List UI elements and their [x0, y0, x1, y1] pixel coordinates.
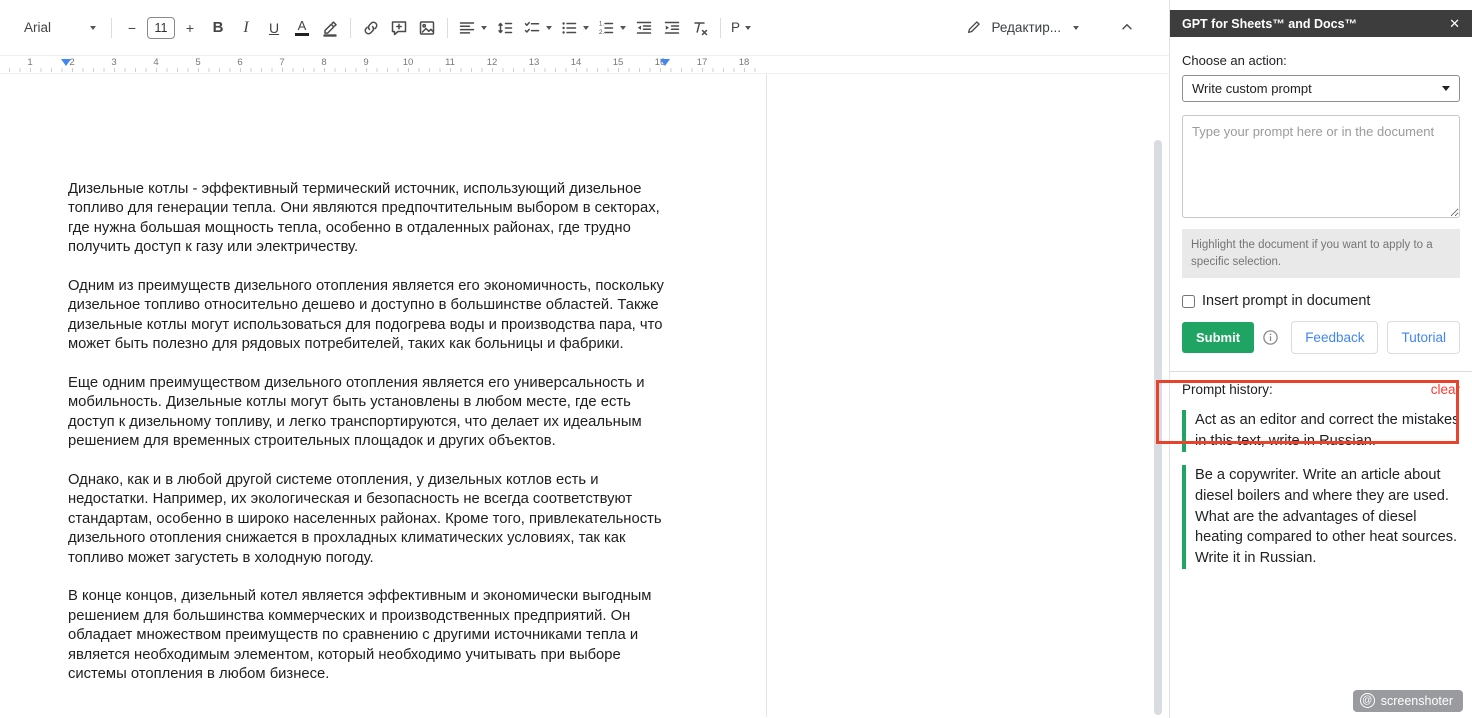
tutorial-button[interactable]: Tutorial: [1387, 321, 1460, 354]
paragraph-tools-button[interactable]: P: [728, 15, 754, 41]
outdent-icon: [635, 19, 653, 37]
underline-button[interactable]: U: [261, 15, 287, 41]
insert-link-button[interactable]: [358, 15, 384, 41]
chevron-up-icon: [1119, 19, 1137, 37]
right-indent-marker[interactable]: [660, 59, 670, 66]
bulleted-list-icon: [560, 19, 578, 37]
history-item[interactable]: Act as an editor and correct the mistake…: [1182, 410, 1460, 452]
text-color-letter: A: [298, 19, 307, 32]
collapse-toolbar-button[interactable]: [1115, 15, 1141, 41]
app-window: Arial − 11 + B I U A: [0, 0, 1472, 718]
sidebar-title: GPT for Sheets™ and Docs™: [1182, 17, 1357, 31]
history-header: Prompt history: clear: [1182, 382, 1460, 397]
chevron-down-icon: [546, 26, 552, 30]
numbered-list-button[interactable]: 1. 2.: [594, 15, 629, 41]
toolbar-separator: [350, 18, 351, 38]
add-comment-button[interactable]: [386, 15, 412, 41]
clear-formatting-button[interactable]: [687, 15, 713, 41]
left-indent-marker[interactable]: [61, 59, 71, 66]
chevron-down-icon: [745, 26, 751, 30]
insert-image-button[interactable]: [414, 15, 440, 41]
watermark-badge: @ screenshoter: [1353, 690, 1463, 712]
insert-prompt-checkbox-label: Insert prompt in document: [1202, 293, 1370, 309]
svg-text:1.: 1.: [599, 21, 604, 27]
italic-button[interactable]: I: [233, 15, 259, 41]
chevron-down-icon: [481, 26, 487, 30]
insert-prompt-checkbox-row[interactable]: Insert prompt in document: [1182, 293, 1460, 309]
link-icon: [362, 19, 380, 37]
gpt-sidebar: GPT for Sheets™ and Docs™ ✕ Choose an ac…: [1170, 0, 1472, 718]
divider: [1170, 371, 1472, 372]
selection-hint: Highlight the document if you want to ap…: [1182, 229, 1460, 278]
action-label: Choose an action:: [1182, 53, 1460, 68]
docs-toolbar: Arial − 11 + B I U A: [0, 0, 1169, 56]
watermark-label: screenshoter: [1381, 694, 1453, 708]
paragraph-tools-label: P: [731, 20, 740, 35]
editing-mode-label: Редактир...: [991, 20, 1061, 35]
paragraph[interactable]: В конце концов, дизельный котел является…: [68, 587, 666, 684]
bulleted-list-button[interactable]: [557, 15, 592, 41]
font-family-select[interactable]: Arial: [16, 15, 104, 41]
document-canvas: Дизельные котлы - эффективный термически…: [0, 74, 1169, 717]
vertical-scrollbar[interactable]: [1154, 140, 1162, 715]
submit-button[interactable]: Submit: [1182, 322, 1254, 353]
chevron-down-icon: [1073, 26, 1079, 30]
font-size-increase-button[interactable]: +: [177, 15, 203, 41]
decrease-indent-button[interactable]: [631, 15, 657, 41]
action-select[interactable]: Write custom prompt: [1182, 75, 1460, 102]
align-button[interactable]: [455, 15, 490, 41]
ruler: 123456789101112131415161718: [0, 56, 1169, 74]
at-icon: @: [1360, 693, 1375, 708]
line-spacing-button[interactable]: [492, 15, 518, 41]
chevron-down-icon: [1442, 86, 1450, 91]
feedback-button[interactable]: Feedback: [1291, 321, 1378, 354]
toolbar-separator: [447, 18, 448, 38]
paragraph[interactable]: Дизельные котлы - эффективный термически…: [68, 180, 666, 258]
history-item[interactable]: Be a copywriter. Write an article about …: [1182, 465, 1460, 569]
align-left-icon: [458, 19, 476, 37]
checklist-icon: [523, 19, 541, 37]
chevron-down-icon: [583, 26, 589, 30]
sidebar-header: GPT for Sheets™ and Docs™ ✕: [1170, 10, 1472, 37]
history-title: Prompt history:: [1182, 382, 1273, 397]
font-family-value: Arial: [24, 20, 51, 35]
text-color-icon: A: [295, 19, 309, 36]
clear-history-link[interactable]: clear: [1431, 382, 1460, 397]
indent-icon: [663, 19, 681, 37]
sidebar-body: Choose an action: Write custom prompt Hi…: [1170, 37, 1472, 569]
paragraph[interactable]: Одним из преимуществ дизельного отоплени…: [68, 277, 666, 355]
info-icon[interactable]: [1262, 329, 1279, 346]
highlight-color-button[interactable]: [317, 15, 343, 41]
prompt-input[interactable]: [1182, 115, 1460, 218]
action-select-value: Write custom prompt: [1192, 81, 1312, 96]
chevron-down-icon: [90, 26, 96, 30]
paragraph[interactable]: Однако, как и в любой другой системе ото…: [68, 471, 666, 568]
bold-button[interactable]: B: [205, 15, 231, 41]
editing-mode-button[interactable]: Редактир...: [958, 15, 1087, 41]
document-page[interactable]: Дизельные котлы - эффективный термически…: [0, 74, 666, 685]
toolbar-separator: [720, 18, 721, 38]
pencil-icon: [966, 19, 984, 37]
ruler-numbers: 123456789101112131415161718: [0, 56, 1169, 70]
document-editor: Arial − 11 + B I U A: [0, 0, 1170, 718]
font-size-decrease-button[interactable]: −: [119, 15, 145, 41]
text-color-button[interactable]: A: [289, 15, 315, 41]
svg-text:2.: 2.: [599, 30, 604, 36]
toolbar-separator: [111, 18, 112, 38]
checklist-button[interactable]: [520, 15, 555, 41]
numbered-list-icon: 1. 2.: [597, 19, 615, 37]
comment-add-icon: [390, 19, 408, 37]
page-right-edge: [766, 74, 767, 717]
actions-row: Submit Feedback Tutorial: [1182, 321, 1460, 354]
chevron-down-icon: [620, 26, 626, 30]
clear-formatting-icon: [691, 19, 709, 37]
font-size-input[interactable]: 11: [147, 17, 175, 39]
increase-indent-button[interactable]: [659, 15, 685, 41]
line-spacing-icon: [496, 19, 514, 37]
paragraph[interactable]: Еще одним преимуществом дизельного отопл…: [68, 374, 666, 452]
close-icon[interactable]: ✕: [1449, 16, 1460, 32]
highlighter-icon: [321, 19, 339, 37]
image-icon: [418, 19, 436, 37]
insert-prompt-checkbox[interactable]: [1182, 295, 1195, 308]
